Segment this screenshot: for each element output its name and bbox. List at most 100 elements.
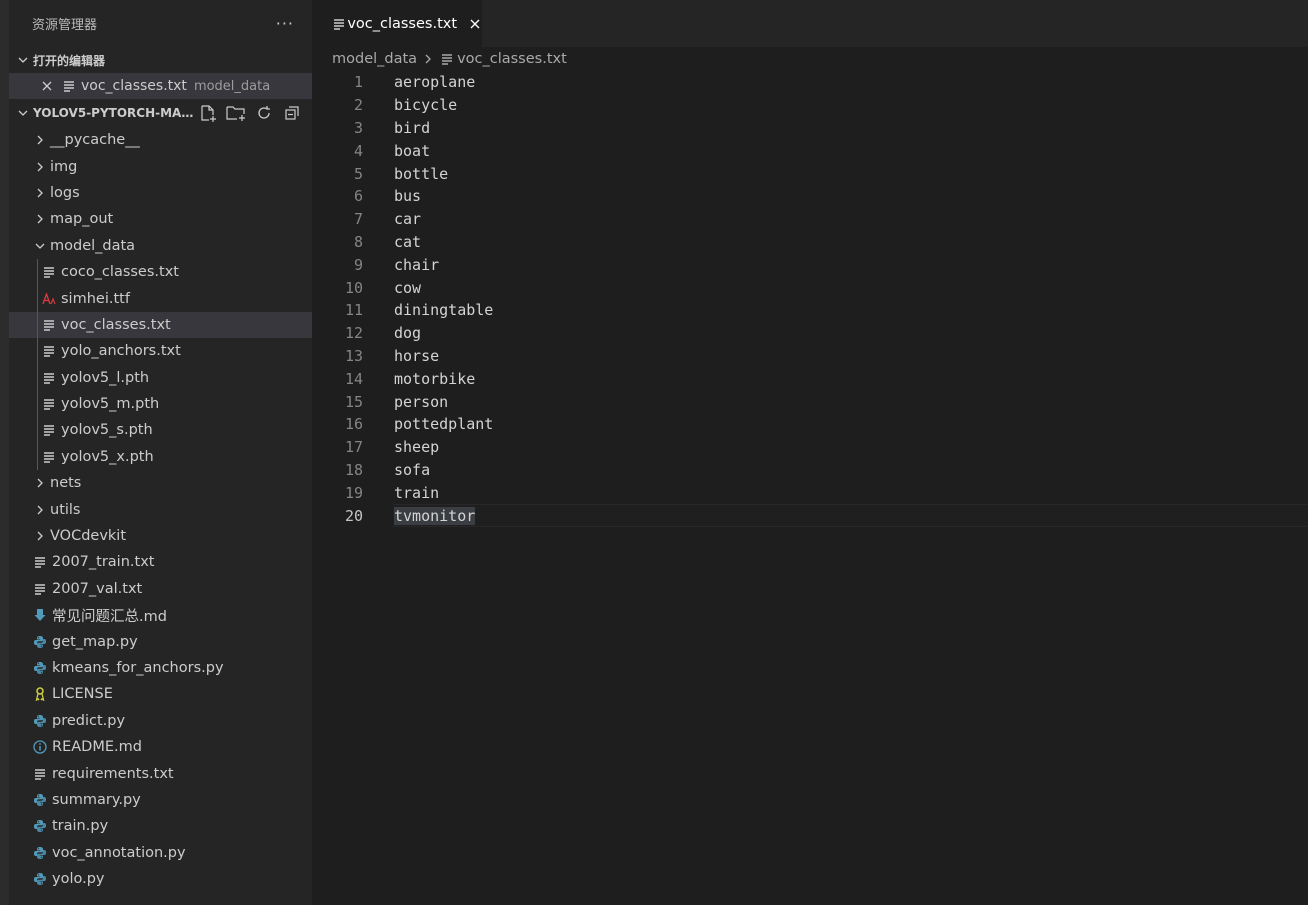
line-text: bird (394, 118, 431, 137)
tree-file-voc-classes-txt[interactable]: voc_classes.txt (9, 311, 312, 339)
code-line[interactable]: 11 diningtable (312, 299, 1308, 322)
tree-folder-utils[interactable]: utils (9, 496, 312, 522)
python-file-icon (32, 713, 48, 729)
breadcrumb-file[interactable]: voc_classes.txt (457, 51, 567, 67)
tree-item-label: requirements.txt (52, 765, 174, 782)
chevron-right-icon (32, 187, 48, 199)
tree-item-label: yolo_anchors.txt (61, 343, 181, 360)
tree-item-label: VOCdevkit (50, 528, 127, 545)
tree-file-yolo-py[interactable]: yolo.py (9, 866, 312, 892)
text-file-icon (32, 581, 48, 597)
tree-file-coco-classes-txt[interactable]: coco_classes.txt (9, 258, 312, 286)
more-actions-icon[interactable]: ··· (276, 14, 294, 33)
tree-folder-pycache[interactable]: __pycache__ (9, 127, 312, 153)
code-line[interactable]: 3 bird (312, 117, 1308, 140)
tree-item-label: nets (50, 475, 82, 492)
code-line[interactable]: 15 person (312, 390, 1308, 413)
tree-item-label: logs (50, 184, 80, 201)
text-file-icon (41, 343, 57, 359)
tree-item-label: voc_classes.txt (61, 316, 171, 333)
refresh-icon[interactable] (252, 104, 276, 122)
code-line[interactable]: 18 sofa (312, 459, 1308, 482)
line-number: 5 (353, 164, 363, 183)
tree-item-label: yolo.py (52, 871, 105, 888)
license-key-icon (32, 686, 48, 702)
python-file-icon (32, 871, 48, 887)
line-text: bicycle (394, 96, 458, 115)
tree-file-train-py[interactable]: train.py (9, 813, 312, 839)
tree-file-get-map-py[interactable]: get_map.py (9, 628, 312, 654)
chevron-down-icon (15, 54, 31, 66)
open-editors-header[interactable]: 打开的编辑器 (9, 47, 312, 73)
collapse-all-icon[interactable] (280, 104, 304, 122)
line-text: sofa (394, 460, 431, 479)
tree-folder-model-data[interactable]: model_data (9, 233, 312, 259)
code-line[interactable]: 19 train (312, 481, 1308, 504)
code-line[interactable]: 10 cow (312, 276, 1308, 299)
tab-voc-classes[interactable]: voc_classes.txt (312, 0, 482, 47)
chevron-right-icon (32, 213, 48, 225)
project-header[interactable]: YOLOV5-PYTORCH-MAS... (9, 100, 312, 126)
indent-guide (37, 364, 38, 391)
tree-folder-logs[interactable]: logs (9, 180, 312, 206)
tree-file-kmeans-for-anchors-py[interactable]: kmeans_for_anchors.py (9, 655, 312, 681)
open-editor-item[interactable]: voc_classes.txt model_data (9, 73, 312, 99)
line-number: 19 (344, 483, 363, 502)
line-text: bus (394, 187, 422, 206)
tree-file-readme-md[interactable]: README.md (9, 734, 312, 760)
tree-file-predict-py[interactable]: predict.py (9, 708, 312, 734)
tree-file-yolov5-l-pth[interactable]: yolov5_l.pth (9, 364, 312, 391)
code-line[interactable]: 7 car (312, 208, 1308, 231)
explorer-title: 资源管理器 (32, 18, 98, 33)
close-icon[interactable] (39, 80, 55, 92)
tree-file-yolov5-x-pth[interactable]: yolov5_x.pth (9, 443, 312, 471)
project-actions (196, 104, 312, 122)
tree-item-label: 2007_train.txt (52, 554, 155, 571)
line-text: horse (394, 346, 440, 365)
text-file-icon (41, 264, 57, 280)
code-line[interactable]: 5 bottle (312, 162, 1308, 185)
line-number: 11 (344, 301, 363, 320)
new-file-icon[interactable] (196, 104, 220, 122)
code-editor[interactable]: 1 aeroplane 2 bicycle 3 bird 4 boat 5 bottle 6 bus 7… (312, 71, 1308, 527)
line-number: 17 (344, 438, 363, 457)
tree-file-yolov5-s-pth[interactable]: yolov5_s.pth (9, 417, 312, 444)
code-line[interactable]: 8 cat (312, 231, 1308, 254)
tree-file-yolov5-m-pth[interactable]: yolov5_m.pth (9, 390, 312, 418)
code-line[interactable]: 2 bicycle (312, 94, 1308, 117)
line-text: diningtable (394, 301, 494, 320)
tree-file-yolo-anchors-txt[interactable]: yolo_anchors.txt (9, 338, 312, 365)
tree-file-voc-annotation-py[interactable]: voc_annotation.py (9, 840, 312, 866)
breadcrumb-folder[interactable]: model_data (332, 51, 417, 67)
code-line[interactable]: 4 boat (312, 139, 1308, 162)
code-line[interactable]: 16 pottedplant (312, 413, 1308, 436)
code-line[interactable]: 9 chair (312, 253, 1308, 276)
tree-file-license[interactable]: LICENSE (9, 681, 312, 707)
new-folder-icon[interactable] (224, 104, 248, 122)
tree-file-md[interactable]: 常见问题汇总.md (9, 602, 312, 628)
tree-item-label: utils (50, 501, 81, 518)
code-line[interactable]: 12 dog (312, 322, 1308, 345)
code-line[interactable]: 6 bus (312, 185, 1308, 208)
tree-folder-img[interactable]: img (9, 153, 312, 179)
tree-file-2007-val-txt[interactable]: 2007_val.txt (9, 576, 312, 602)
code-line[interactable]: 1 aeroplane (312, 71, 1308, 94)
tree-file-simhei-ttf[interactable]: simhei.ttf (9, 285, 312, 312)
tree-file-summary-py[interactable]: summary.py (9, 787, 312, 813)
tree-file-requirements-txt[interactable]: requirements.txt (9, 760, 312, 786)
code-line[interactable]: 14 motorbike (312, 367, 1308, 390)
line-text: cow (394, 278, 422, 297)
close-icon[interactable] (467, 18, 482, 30)
chevron-right-icon (32, 530, 48, 542)
code-line[interactable]: 13 horse (312, 345, 1308, 368)
line-number: 8 (353, 232, 363, 251)
code-line[interactable]: 20 tvmonitor (312, 504, 1308, 527)
chevron-down-icon (32, 240, 48, 252)
text-file-icon (32, 766, 48, 782)
tree-folder-nets[interactable]: nets (9, 470, 312, 496)
tree-item-label: coco_classes.txt (61, 264, 179, 281)
code-line[interactable]: 17 sheep (312, 436, 1308, 459)
tree-folder-vocdevkit[interactable]: VOCdevkit (9, 523, 312, 549)
tree-file-2007-train-txt[interactable]: 2007_train.txt (9, 549, 312, 575)
tree-folder-map-out[interactable]: map_out (9, 206, 312, 232)
